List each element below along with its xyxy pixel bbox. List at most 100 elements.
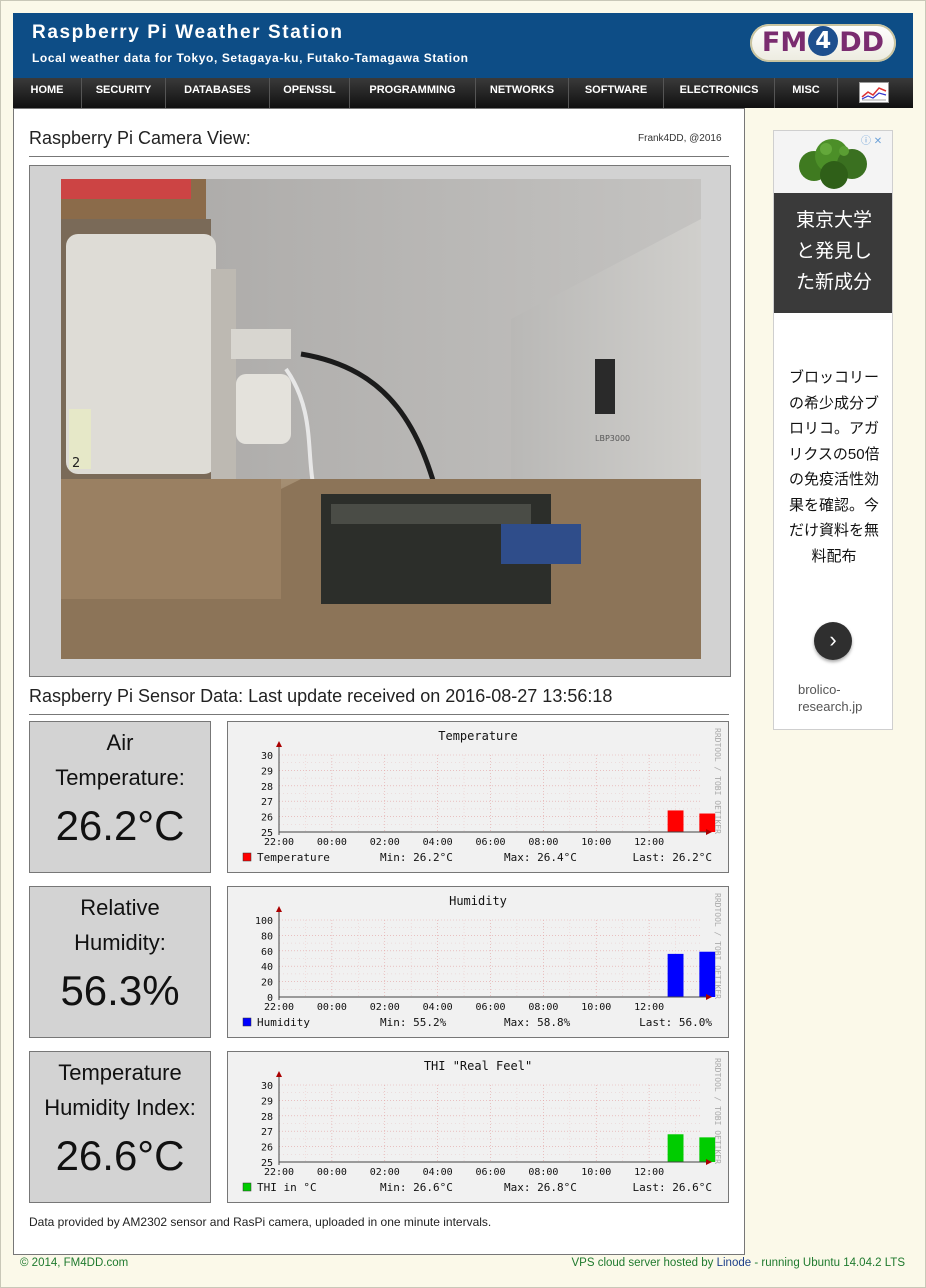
advertisement[interactable]: ⓘ ✕ 東京大学と発見した新成分 ブロッコリーの希少成分ブロリコ。アガリクスの5…: [773, 130, 893, 730]
nav-item-software[interactable]: SOFTWARE: [569, 78, 664, 108]
camera-image: LBP3000 2: [61, 179, 701, 659]
humidity-graph: Humidity 0 20 40 60 80 100 22:00 00:00 02:00 04:00…: [227, 886, 729, 1038]
x-tick-label: 00:00: [317, 1167, 347, 1178]
y-tick-label: 26: [261, 813, 273, 824]
rrdtool-watermark: RRDTOOL / TOBI OETIKER: [713, 893, 722, 999]
main-nav: HOME SECURITY DATABASES OPENSSL PROGRAMM…: [13, 78, 913, 108]
thi-chart-svg: THI "Real Feel"25262728293022:00 00:00 02:…: [242, 1058, 722, 1194]
temperature-chart-svg: Temperature25262728293022:00 00:00 02:00 04…: [242, 728, 722, 864]
y-tick-label: 30: [261, 1081, 273, 1092]
data-bar: [667, 953, 684, 997]
y-tick-label: 100: [255, 916, 273, 927]
y-axis-arrow: [276, 906, 282, 912]
temperature-graph: Temperature 25 26 27 28 29 30 22:00 00:00 02:00 04…: [227, 721, 729, 873]
nav-item-databases[interactable]: DATABASES: [166, 78, 270, 108]
metric-label-line1: Temperature: [58, 1060, 182, 1085]
linode-link[interactable]: Linode: [717, 1257, 752, 1269]
ad-arrow-button[interactable]: ›: [814, 622, 852, 660]
y-tick-label: 29: [261, 766, 273, 777]
nav-item-programming[interactable]: PROGRAMMING: [350, 78, 476, 108]
nav-item-misc[interactable]: MISC: [775, 78, 838, 108]
y-axis-arrow: [276, 741, 282, 747]
site-subtitle: Local weather data for Tokyo, Setagaya-k…: [32, 51, 469, 65]
x-tick-label: 08:00: [528, 837, 558, 848]
x-tick-label: 06:00: [475, 837, 505, 848]
info-icon[interactable]: ⓘ: [861, 136, 871, 147]
air-temperature-box: Air Temperature: 26.2°C: [29, 721, 211, 873]
rrdtool-watermark: RRDTOOL / TOBI OETIKER: [713, 1058, 722, 1164]
thi-graph: THI "Real Feel" 25 26 27 28 29 30 22:00 00:00 02:…: [227, 1051, 729, 1203]
x-tick-label: 10:00: [581, 1002, 611, 1013]
x-tick-label: 06:00: [475, 1167, 505, 1178]
legend-min: Min: 55.2%: [380, 1016, 447, 1029]
camera-credit: Frank4DD, @2016: [638, 133, 722, 144]
air-temperature-value: 26.2°C: [55, 802, 185, 849]
chart-icon[interactable]: [859, 82, 889, 103]
legend-swatch: [242, 1182, 252, 1192]
y-tick-label: 26: [261, 1143, 273, 1154]
data-bar: [699, 951, 716, 997]
data-bar: [667, 1134, 684, 1162]
nav-item-networks[interactable]: NETWORKS: [476, 78, 569, 108]
nav-item-home[interactable]: HOME: [13, 78, 82, 108]
divider: [29, 714, 729, 715]
data-bar: [667, 810, 684, 832]
metric-label: Air Temperature:: [30, 722, 210, 795]
y-tick-label: 29: [261, 1096, 273, 1107]
x-tick-label: 00:00: [317, 837, 347, 848]
rrdtool-watermark: RRDTOOL / TOBI OETIKER: [713, 728, 722, 834]
sensor-section-title: Raspberry Pi Sensor Data: Last update re…: [29, 686, 613, 706]
site-header: Raspberry Pi Weather Station Local weath…: [13, 13, 913, 78]
data-source-note: Data provided by AM2302 sensor and RasPi…: [29, 1215, 492, 1229]
y-tick-label: 20: [261, 978, 273, 989]
ad-body-text[interactable]: ブロッコリーの希少成分ブロリコ。アガリクスの50倍の免疫活性効果を確認。今だけ資…: [782, 365, 886, 569]
metric-label-line2: Humidity:: [74, 930, 166, 955]
fm4dd-logo[interactable]: FM 4 DD: [750, 24, 896, 62]
legend-name: Temperature: [257, 851, 330, 864]
divider: [29, 156, 729, 157]
data-bar: [699, 1137, 716, 1162]
legend-last: Last: 26.6°C: [633, 1181, 712, 1194]
y-axis-arrow: [276, 1071, 282, 1077]
ad-headline-box[interactable]: 東京大学と発見した新成分: [774, 193, 892, 313]
x-tick-label: 22:00: [264, 837, 294, 848]
metric-label: Relative Humidity:: [30, 887, 210, 960]
legend-name: Humidity: [257, 1016, 310, 1029]
y-tick-label: 27: [261, 1127, 273, 1138]
relative-humidity-value: 56.3%: [60, 967, 180, 1014]
x-tick-label: 06:00: [475, 1002, 505, 1013]
ad-domain[interactable]: brolico-research.jp: [798, 681, 888, 715]
x-tick-label: 00:00: [317, 1002, 347, 1013]
logo-text-fm: FM: [761, 27, 808, 58]
logo-text-dd: DD: [839, 27, 885, 58]
legend-swatch: [242, 1017, 252, 1027]
x-tick-label: 02:00: [370, 837, 400, 848]
legend-max: Max: 58.8%: [504, 1016, 571, 1029]
footer-hosting-suffix: - running Ubuntu 14.04.2 LTS: [751, 1257, 905, 1269]
y-tick-label: 27: [261, 797, 273, 808]
data-bar: [699, 813, 716, 832]
x-tick-label: 22:00: [264, 1002, 294, 1013]
ad-choices[interactable]: ⓘ ✕: [861, 132, 891, 147]
x-tick-label: 04:00: [423, 837, 453, 848]
relative-humidity-box: Relative Humidity: 56.3%: [29, 886, 211, 1038]
logo-text-4: 4: [808, 26, 839, 56]
x-tick-label: 08:00: [528, 1002, 558, 1013]
y-tick-label: 28: [261, 1112, 273, 1123]
legend-last: Last: 56.0%: [639, 1016, 712, 1029]
x-tick-label: 04:00: [423, 1002, 453, 1013]
nav-item-security[interactable]: SECURITY: [82, 78, 166, 108]
ad-headline[interactable]: 東京大学と発見した新成分: [788, 205, 880, 298]
site-title: Raspberry Pi Weather Station: [32, 22, 344, 43]
close-icon[interactable]: ✕: [874, 136, 882, 147]
metric-label-line2: Temperature:: [55, 765, 185, 790]
case-label: 2: [72, 456, 80, 471]
legend-max: Max: 26.8°C: [504, 1181, 577, 1194]
metric-label-line1: Air: [106, 730, 134, 755]
legend-last: Last: 26.2°C: [633, 851, 712, 864]
nav-item-electronics[interactable]: ELECTRONICS: [664, 78, 775, 108]
x-tick-label: 02:00: [370, 1167, 400, 1178]
y-tick-label: 28: [261, 782, 273, 793]
y-tick-label: 60: [261, 947, 273, 958]
nav-item-openssl[interactable]: OPENSSL: [270, 78, 350, 108]
